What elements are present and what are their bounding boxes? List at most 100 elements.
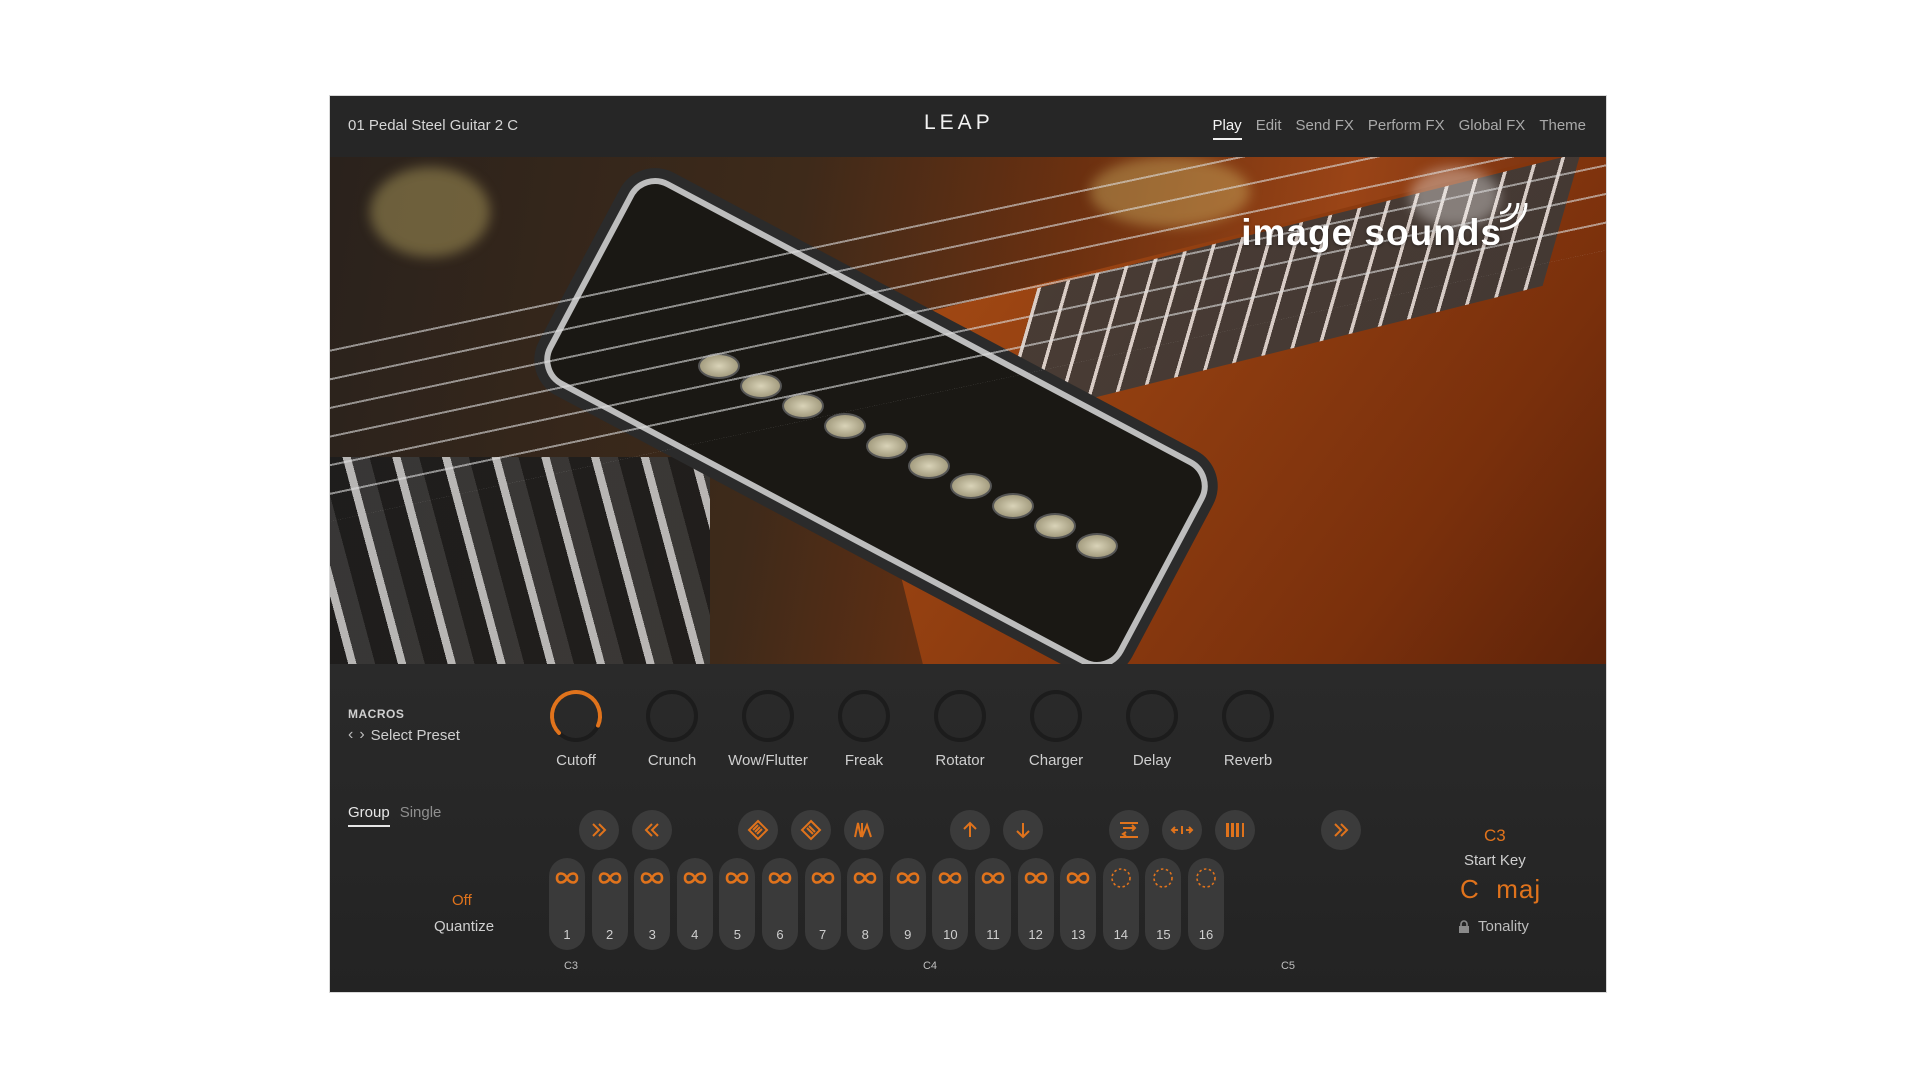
octave-label: C4 [922, 960, 938, 972]
pad-9[interactable]: 9 [889, 858, 926, 950]
rewind-icon [644, 823, 659, 837]
knob-charger[interactable]: Charger [1008, 688, 1104, 769]
pad-1[interactable]: 1 [549, 858, 585, 950]
fast-forward-button[interactable] [579, 810, 619, 850]
tab-edit[interactable]: Edit [1256, 117, 1282, 140]
pole-piece [908, 453, 950, 479]
octave-label: C5 [1280, 960, 1296, 972]
knob-label: Rotator [935, 752, 985, 769]
select-preset-label[interactable]: Select Preset [371, 727, 460, 744]
loop-icon [1018, 864, 1054, 892]
loop-icon [762, 864, 798, 892]
pad-5[interactable]: 5 [719, 858, 756, 950]
knob-label: Cutoff [556, 752, 596, 769]
arrow-up-icon [963, 821, 977, 837]
tab-play[interactable]: Play [1212, 117, 1242, 140]
empty-circle-icon [1188, 864, 1224, 892]
pad-2[interactable]: 2 [591, 858, 628, 950]
pad-number: 15 [1156, 927, 1171, 942]
octave-down-button[interactable] [1003, 810, 1043, 850]
pad-number: 6 [776, 927, 784, 942]
loop-icon [805, 864, 841, 892]
brand-wordmark: image sounds [1241, 212, 1502, 253]
envelope-button[interactable] [844, 810, 884, 850]
knob-dial [742, 690, 794, 742]
bars-button[interactable] [1215, 810, 1255, 850]
pad-16[interactable]: 16 [1188, 858, 1224, 950]
pole-piece [866, 433, 908, 459]
mode-single[interactable]: Single [400, 804, 442, 827]
pad-number: 9 [904, 927, 912, 942]
pad-3[interactable]: 3 [634, 858, 671, 950]
loop-icon [677, 864, 713, 892]
quantize-label: Quantize [434, 918, 495, 935]
loop-icon [932, 864, 968, 892]
signal-waves-icon [1499, 202, 1528, 231]
octave-label: C3 [563, 960, 579, 972]
instrument-artwork: image sounds [330, 157, 1606, 664]
chevron-right-icon[interactable]: › [359, 726, 364, 744]
skip-forward-button[interactable] [1321, 810, 1361, 850]
start-key-label: Start Key [1464, 852, 1526, 869]
tab-send-fx[interactable]: Send FX [1296, 117, 1354, 140]
pad-6[interactable]: 6 [762, 858, 798, 950]
pad-number: 2 [605, 927, 614, 942]
empty-circle-icon [1145, 864, 1181, 892]
tab-global-fx[interactable]: Global FX [1459, 117, 1526, 140]
shuffle-button[interactable] [738, 810, 778, 850]
knob-rotator[interactable]: Rotator [912, 688, 1008, 769]
knob-label: Delay [1132, 752, 1172, 769]
quantize-value[interactable]: Off [452, 892, 472, 909]
loop-icon [719, 864, 755, 892]
stretch-icon [1170, 826, 1194, 834]
bars-icon [1226, 823, 1244, 837]
knob-wow-flutter[interactable]: Wow/Flutter [720, 688, 816, 769]
arrow-down-icon [1016, 823, 1030, 839]
chevron-left-icon[interactable]: ‹ [348, 726, 353, 744]
shuffle-alt-icon [800, 819, 822, 841]
knob-freak[interactable]: Freak [816, 688, 912, 769]
pad-7[interactable]: 7 [804, 858, 841, 950]
preset-name[interactable]: 01 Pedal Steel Guitar 2 C [348, 117, 518, 134]
envelope-icon [854, 822, 872, 838]
macros-title: MACROS [348, 707, 405, 721]
knob-delay[interactable]: Delay [1104, 688, 1200, 769]
pad-number: 1 [563, 927, 571, 942]
rewind-button[interactable] [632, 810, 672, 850]
tab-theme[interactable]: Theme [1539, 117, 1586, 140]
shuffle-alt-button[interactable] [791, 810, 831, 850]
knob-crunch[interactable]: Crunch [624, 688, 720, 769]
knob-label: Freak [844, 752, 884, 769]
start-key-value[interactable]: C3 [1484, 826, 1506, 846]
pad-11[interactable]: 11 [975, 858, 1011, 950]
tonality-row: Tonality [1458, 918, 1529, 935]
knob-reverb[interactable]: Reverb [1200, 688, 1296, 769]
pad-12[interactable]: 12 [1017, 858, 1054, 950]
pad-8[interactable]: 8 [847, 858, 884, 950]
loop-icon [847, 864, 883, 892]
header-bar: 01 Pedal Steel Guitar 2 C LEAP Play Edit… [330, 96, 1606, 157]
pad-15[interactable]: 15 [1145, 858, 1182, 950]
knob-dial [646, 690, 698, 742]
tab-perform-fx[interactable]: Perform FX [1368, 117, 1445, 140]
stretch-button[interactable] [1162, 810, 1202, 850]
octave-up-button[interactable] [950, 810, 990, 850]
pole-piece [824, 413, 866, 439]
lock-icon[interactable] [1458, 919, 1470, 934]
leap-logo: LEAP [924, 111, 994, 134]
pad-10[interactable]: 10 [932, 858, 969, 950]
tonality-value[interactable]: C maj [1460, 874, 1541, 905]
pole-piece [1034, 513, 1076, 539]
loop-icon [890, 864, 926, 892]
leap-window: 01 Pedal Steel Guitar 2 C LEAP Play Edit… [330, 96, 1606, 992]
pad-13[interactable]: 13 [1060, 858, 1097, 950]
knob-label: Crunch [647, 752, 697, 769]
pad-14[interactable]: 14 [1102, 858, 1139, 950]
swap-button[interactable] [1109, 810, 1149, 850]
pad-4[interactable]: 4 [676, 858, 713, 950]
knob-cutoff[interactable]: Cutoff [528, 688, 624, 769]
knob-dial [1222, 690, 1274, 742]
mode-group[interactable]: Group [348, 804, 390, 827]
knob-label: Wow/Flutter [728, 752, 808, 769]
macro-panel: MACROS ‹ › Select Preset Cutoff Crunch W… [330, 664, 1606, 992]
